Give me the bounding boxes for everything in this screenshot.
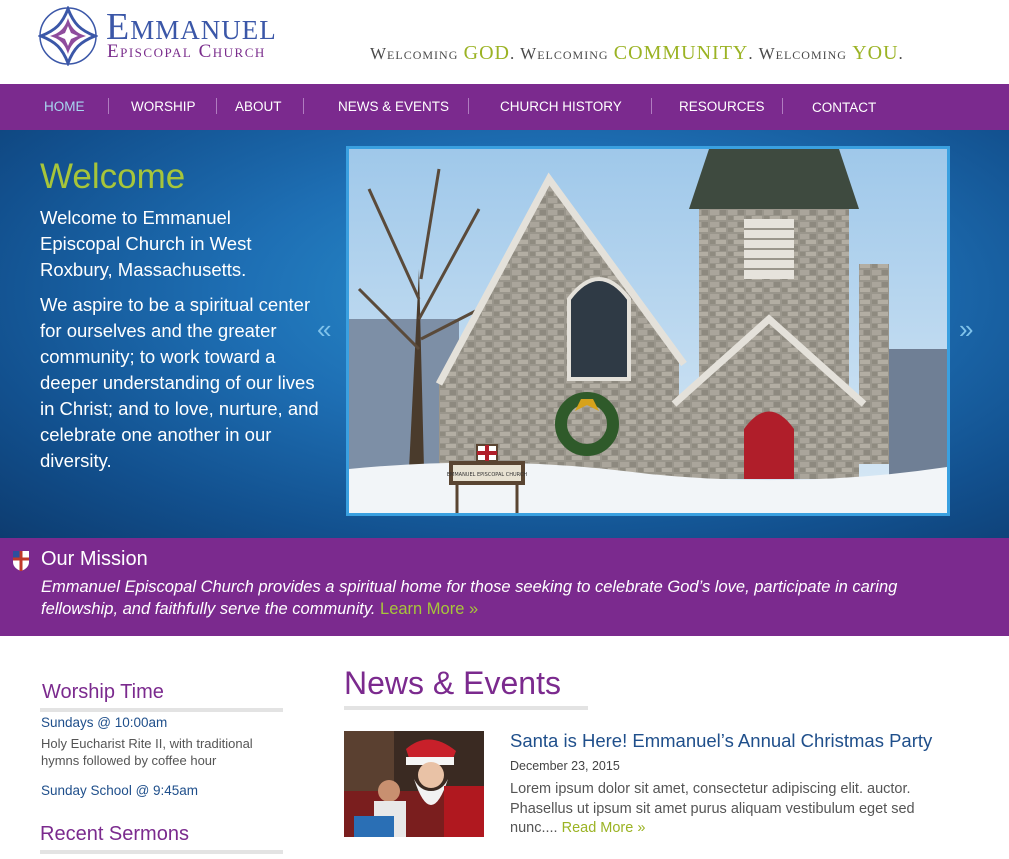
hero-banner: Welcome Welcome to Emmanuel Episcopal Ch… [0, 130, 1009, 538]
church-photo-slide[interactable]: EMMANUEL EPISCOPAL CHURCH [346, 146, 950, 516]
mission-heading: Our Mission [41, 548, 148, 570]
nav-item-worship[interactable]: Worship [131, 84, 196, 130]
nav-separator [782, 98, 783, 114]
divider [344, 706, 588, 710]
welcome-text: Welcome to Emmanuel Episcopal Church in … [40, 207, 252, 280]
nav-separator [303, 98, 304, 114]
site-header: Emmanuel Episcopal Church Welcoming GOD.… [0, 0, 1009, 84]
sunday-service-time: Sundays @ 10:00am [41, 715, 168, 730]
church-subtitle: Episcopal Church [107, 41, 266, 62]
sunday-school-time: Sunday School @ 9:45am [41, 783, 199, 798]
tagline-word: Welcoming [370, 44, 464, 63]
nav-item-about[interactable]: About [235, 84, 282, 130]
news-events-heading: News & Events [344, 665, 561, 701]
church-sign-text: EMMANUEL EPISCOPAL CHURCH [447, 472, 528, 478]
welcome-aspiration-text: We aspire to be a spiritual center for o… [40, 294, 319, 471]
tagline-punct: . [898, 44, 904, 63]
news-excerpt: Lorem ipsum dolor sit amet, consectetur … [510, 780, 930, 839]
nav-separator [216, 98, 217, 114]
nav-separator [108, 98, 109, 114]
sunday-service-description: Holy Eucharist Rite II, with traditional… [41, 736, 253, 768]
nav-item-church-history[interactable]: Church History [500, 84, 622, 130]
news-read-more-link[interactable]: Read More » [562, 820, 646, 836]
santa-photo [344, 731, 484, 837]
nav-item-resources[interactable]: Resources [679, 84, 765, 130]
main-nav: Home Worship About News & Events Church … [0, 84, 1009, 130]
news-thumbnail[interactable] [344, 731, 484, 837]
recent-sermons-heading: Recent Sermons [40, 823, 189, 845]
worship-time-heading: Worship Time [42, 681, 164, 703]
divider [40, 850, 283, 854]
slider-prev-arrow-icon[interactable]: « [317, 314, 331, 345]
nav-separator [468, 98, 469, 114]
welcome-heading: Welcome [40, 157, 186, 196]
mission-banner: Our Mission Emmanuel Episcopal Church pr… [0, 538, 1009, 636]
slider-next-arrow-icon[interactable]: » [959, 314, 973, 345]
tagline-punct: . [509, 44, 521, 63]
nav-item-contact[interactable]: Contact [812, 85, 876, 131]
tagline-punct: . [748, 44, 759, 63]
tagline-word: Welcoming [520, 44, 614, 63]
episcopal-shield-icon [13, 551, 29, 571]
mission-text: Emmanuel Episcopal Church provides a spi… [41, 576, 941, 620]
cross-logo-icon[interactable] [38, 6, 98, 66]
tagline-highlight: COMMUNITY [613, 42, 749, 64]
nav-item-home[interactable]: Home [44, 84, 85, 130]
church-photo: EMMANUEL EPISCOPAL CHURCH [349, 149, 947, 513]
nav-separator [651, 98, 652, 114]
news-headline-link[interactable]: Santa is Here! Emmanuel’s Annual Christm… [510, 730, 932, 752]
tagline: Welcoming GOD. Welcoming COMMUNITY. Welc… [370, 42, 904, 65]
nav-item-news-events[interactable]: News & Events [338, 84, 449, 130]
tagline-highlight: YOU [852, 42, 899, 64]
news-date: December 23, 2015 [510, 759, 620, 773]
divider [40, 708, 283, 712]
tagline-highlight: GOD [463, 42, 510, 64]
mission-learn-more-link[interactable]: Learn More » [380, 600, 478, 618]
tagline-word: Welcoming [758, 44, 853, 63]
